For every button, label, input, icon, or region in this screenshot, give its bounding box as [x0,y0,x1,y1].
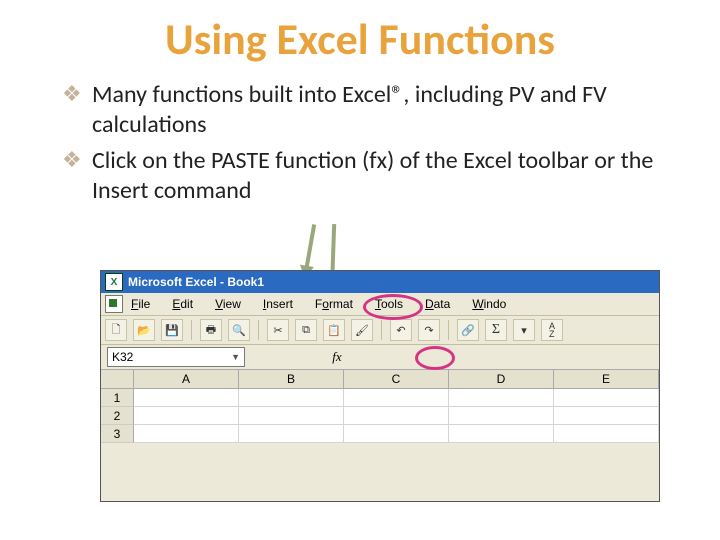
menu-edit[interactable]: Edit [172,297,193,311]
column-headers: A B C D E [101,370,659,389]
menu-insert[interactable]: Insert [263,297,293,311]
workbook-icon [105,295,123,313]
menu-window[interactable]: Windo [472,297,506,311]
cell[interactable] [134,425,239,443]
cell[interactable] [134,389,239,407]
print-button[interactable]: 🖶 [200,319,222,341]
col-header[interactable]: A [134,370,239,388]
bullet-item: Click on the PASTE function (fx) of the … [62,146,670,206]
grid-row: 2 [101,407,659,425]
col-header[interactable]: B [239,370,344,388]
standard-toolbar: 🗋 📂 💾 🖶 🔍 ✂ ⧉ 📋 🖌 ↶ ↷ 🔗 Σ ▾ AZ [101,316,659,345]
cell[interactable] [134,407,239,425]
cell[interactable] [344,425,449,443]
highlight-circle-fx [415,346,455,370]
select-all-corner[interactable] [101,370,134,388]
col-header[interactable]: E [554,370,659,388]
cell[interactable] [449,407,554,425]
toolbar-separator [258,320,259,340]
toolbar-separator [381,320,382,340]
col-header[interactable]: D [449,370,554,388]
hyperlink-button[interactable]: 🔗 [457,319,479,341]
cell[interactable] [344,407,449,425]
dropdown-icon[interactable]: ▼ [231,352,240,362]
slide-title: Using Excel Functions [0,12,720,66]
redo-button[interactable]: ↷ [418,319,440,341]
grid-row: 1 [101,389,659,407]
cell[interactable] [554,407,659,425]
highlight-circle-insert [363,294,423,320]
cell[interactable] [239,407,344,425]
titlebar: X Microsoft Excel - Book1 [101,271,659,293]
format-painter-button[interactable]: 🖌 [351,319,373,341]
menu-file[interactable]: File [131,297,150,311]
open-button[interactable]: 📂 [133,319,155,341]
row-header[interactable]: 2 [101,407,134,425]
sort-asc-button[interactable]: AZ [541,319,563,341]
col-header[interactable]: C [344,370,449,388]
menu-data[interactable]: Data [425,297,450,311]
worksheet-grid: A B C D E 1 2 3 [101,370,659,443]
cell[interactable] [239,389,344,407]
toolbar-separator [448,320,449,340]
menu-view[interactable]: View [215,297,241,311]
cell[interactable] [554,389,659,407]
bullet-list: Many functions built into Excel®, includ… [62,80,670,206]
excel-screenshot: X Microsoft Excel - Book1 File Edit View… [100,270,660,502]
cell[interactable] [449,389,554,407]
copy-button[interactable]: ⧉ [295,319,317,341]
cut-button[interactable]: ✂ [267,319,289,341]
paste-button[interactable]: 📋 [323,319,345,341]
new-button[interactable]: 🗋 [105,319,127,341]
save-button[interactable]: 💾 [161,319,183,341]
toolbar-separator [191,320,192,340]
row-header[interactable]: 3 [101,425,134,443]
cell[interactable] [239,425,344,443]
grid-row: 3 [101,425,659,443]
preview-button[interactable]: 🔍 [228,319,250,341]
name-box-value: K32 [112,350,133,364]
name-box[interactable]: K32 ▼ [107,347,245,367]
bullet-item: Many functions built into Excel®, includ… [62,80,670,140]
undo-button[interactable]: ↶ [390,319,412,341]
autosum-button[interactable]: Σ [485,319,507,341]
cell[interactable] [449,425,554,443]
cell[interactable] [344,389,449,407]
dropdown-icon[interactable]: ▾ [513,319,535,341]
titlebar-text: Microsoft Excel - Book1 [128,275,264,289]
excel-app-icon: X [105,273,123,291]
menu-format[interactable]: Format [315,297,353,311]
row-header[interactable]: 1 [101,389,134,407]
cell[interactable] [554,425,659,443]
fx-button[interactable]: fx [325,349,349,365]
formula-bar: K32 ▼ fx [101,345,659,370]
